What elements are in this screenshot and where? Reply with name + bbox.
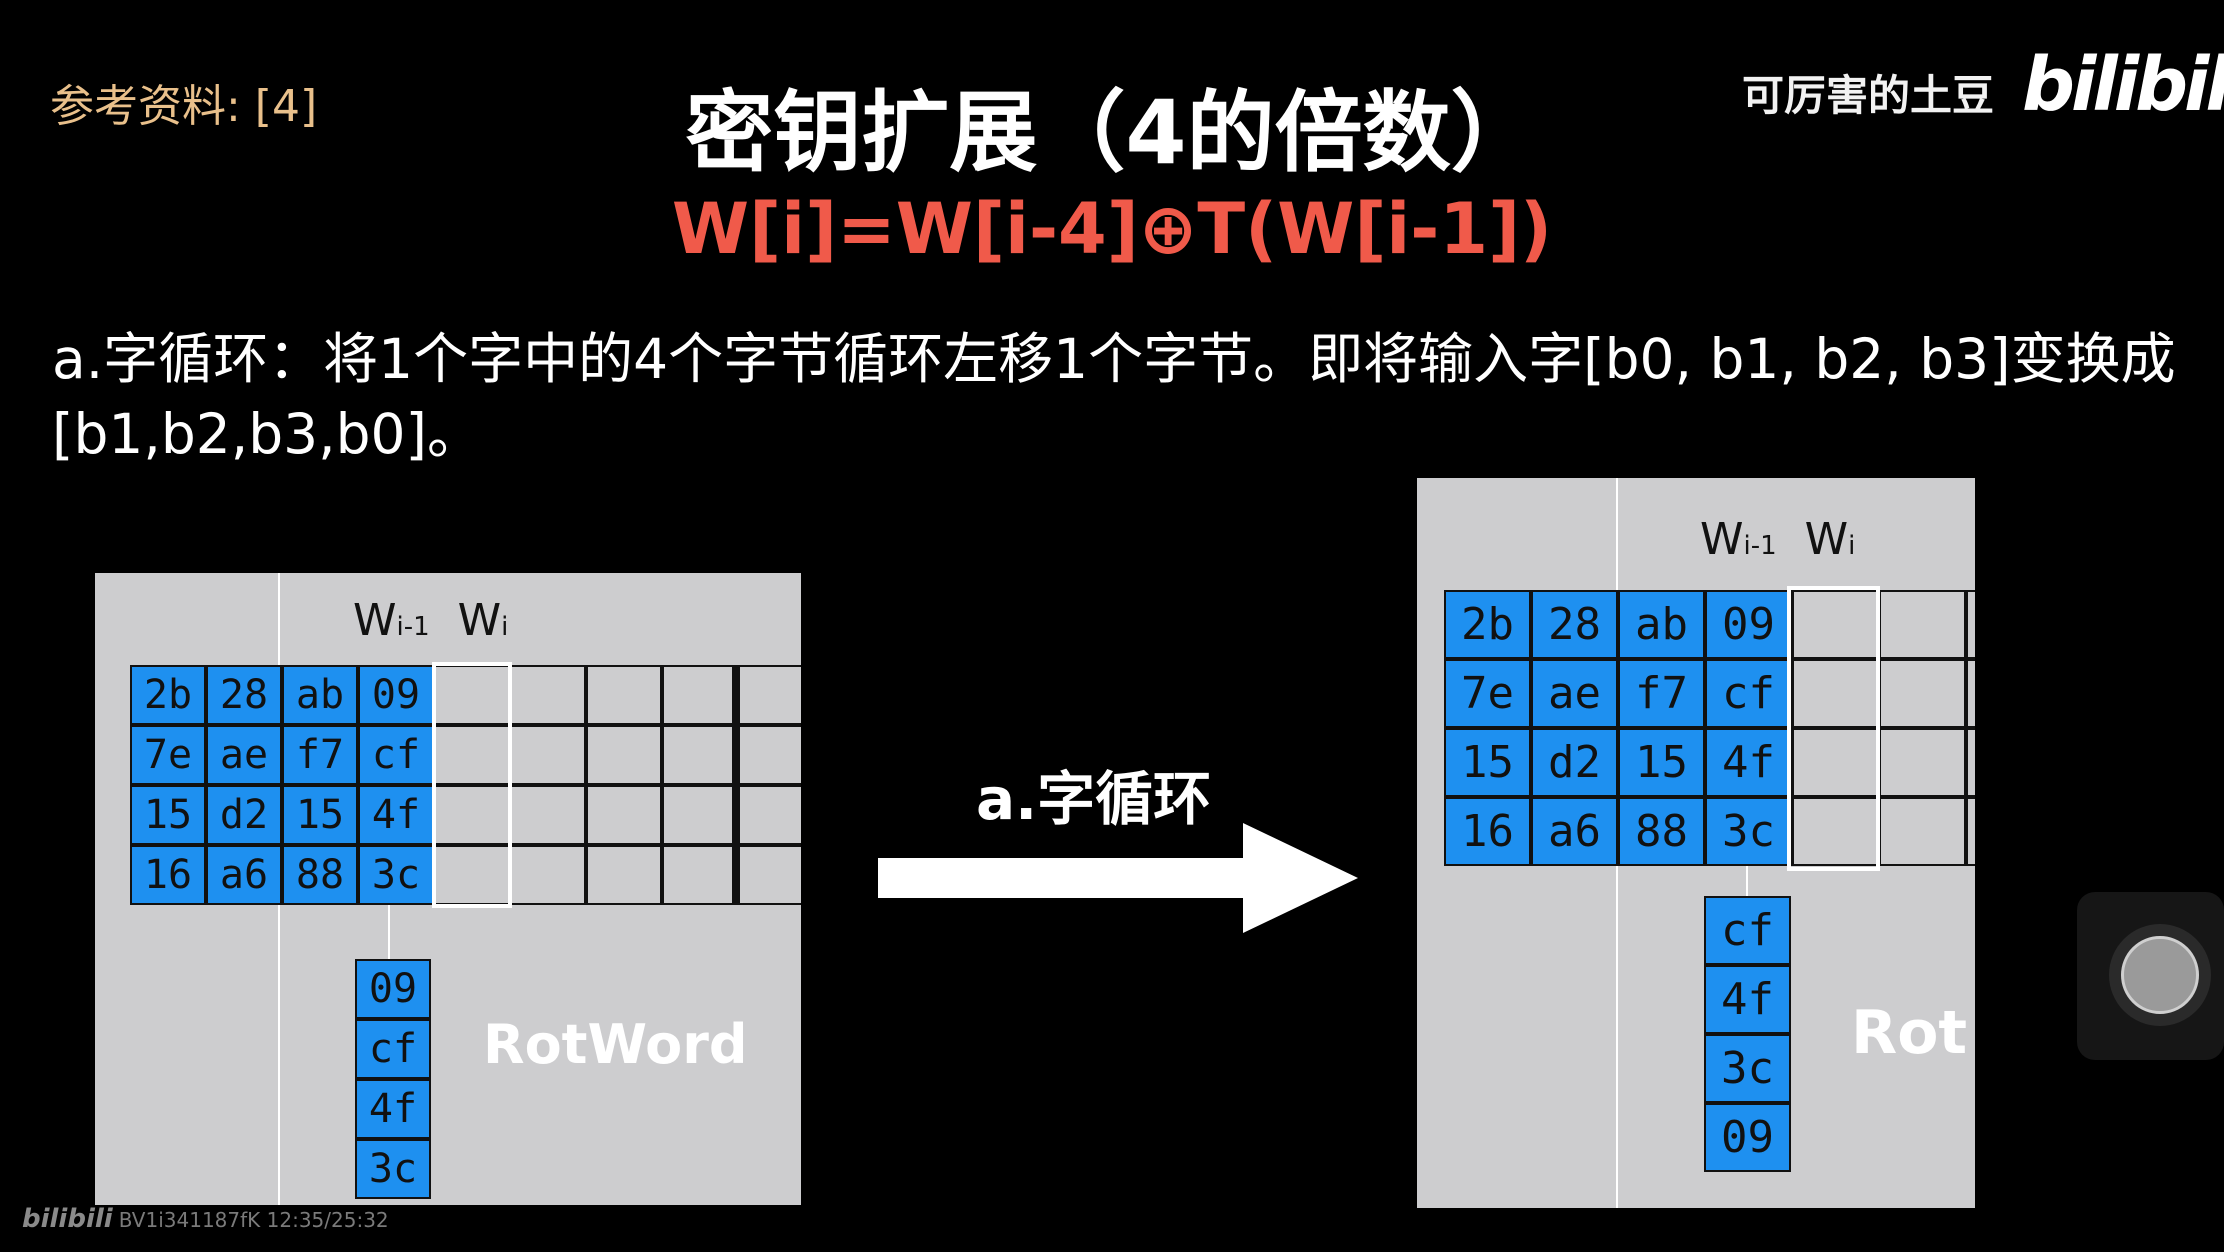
empty-cell (1966, 797, 1975, 866)
byte-cell: 16 (1444, 797, 1531, 866)
word-column-before: 09 cf 4f 3c (355, 959, 431, 1199)
bilibili-logo: bilibili (2022, 42, 2224, 128)
rotword-label: RotWord (483, 1013, 748, 1076)
byte-cell: d2 (206, 785, 282, 845)
word-byte-cell: 09 (1704, 1103, 1791, 1172)
diagram-after-rotword: Wi-1 Wi 2b 28 ab 09 7e ae f7 cf 15 d2 15 4f 16 a6 88 3c… (1417, 478, 1975, 1208)
byte-cell: 7e (130, 725, 206, 785)
byte-cell: 28 (206, 665, 282, 725)
byte-cell: 15 (282, 785, 358, 845)
video-footer: bilibili BV1i341187fK 12:35/25:32 (22, 1204, 389, 1234)
byte-cell: 15 (1618, 728, 1705, 797)
word-byte-cell: 3c (355, 1139, 431, 1199)
wprev-sub: i-1 (1743, 531, 1777, 561)
wprev-label: W (353, 595, 397, 646)
empty-cell (738, 665, 801, 725)
byte-cell: ab (1618, 590, 1705, 659)
word-byte-cell: 09 (355, 959, 431, 1019)
byte-cell: 7e (1444, 659, 1531, 728)
empty-cell (586, 785, 662, 845)
byte-cell: 2b (1444, 590, 1531, 659)
floating-record-button[interactable] (2077, 892, 2224, 1060)
empty-cell (510, 785, 586, 845)
word-byte-cell: 3c (1704, 1034, 1791, 1103)
byte-cell: a6 (1531, 797, 1618, 866)
wcur-label: W (457, 595, 502, 646)
empty-cell (1879, 797, 1966, 866)
arrow-head-icon (1243, 823, 1358, 933)
word-byte-cell: cf (355, 1019, 431, 1079)
byte-cell: 16 (130, 845, 206, 905)
diagram-before-rotword: Wi-1 Wi 2b 28 ab 09 7e ae f7 cf 15 d2 15 4f 16 a6 88 3c… (95, 573, 801, 1205)
connector-line (1746, 866, 1748, 896)
empty-cell (662, 725, 738, 785)
record-dot-icon (2121, 936, 2199, 1014)
byte-cell: a6 (206, 845, 282, 905)
byte-cell: 09 (358, 665, 434, 725)
column-header: Wi-1 Wi (1700, 514, 1855, 565)
uploader-name: 可厉害的土豆 (1742, 71, 1995, 120)
footer-logo: bilibili (22, 1204, 113, 1234)
byte-cell: f7 (1618, 659, 1705, 728)
byte-cell: 88 (1618, 797, 1705, 866)
byte-cell: 4f (358, 785, 434, 845)
empty-cell (738, 785, 801, 845)
wcur-label: W (1804, 514, 1849, 565)
empty-cell (662, 785, 738, 845)
byte-cell: 15 (130, 785, 206, 845)
byte-cell: 4f (1705, 728, 1792, 797)
current-word-outline (432, 662, 512, 908)
word-byte-cell: 4f (355, 1079, 431, 1139)
byte-cell: cf (1705, 659, 1792, 728)
empty-cell (1879, 728, 1966, 797)
video-info: BV1i341187fK 12:35/25:32 (118, 1208, 389, 1232)
byte-cell: 28 (1531, 590, 1618, 659)
key-schedule-grid: 2b 28 ab 09 7e ae f7 cf 15 d2 15 4f 16 a6 88 3c (1444, 590, 1975, 866)
empty-cell (586, 725, 662, 785)
arrow-shaft (878, 858, 1248, 898)
column-header: Wi-1 Wi (353, 595, 508, 646)
wprev-sub: i-1 (396, 612, 430, 642)
byte-cell: 09 (1705, 590, 1792, 659)
byte-cell: 15 (1444, 728, 1531, 797)
byte-cell: cf (358, 725, 434, 785)
current-word-outline (1787, 586, 1880, 871)
empty-cell (586, 845, 662, 905)
empty-cell (510, 725, 586, 785)
byte-cell: ae (206, 725, 282, 785)
wcur-sub: i (501, 612, 509, 642)
key-expansion-formula: W[i]=W[i-4]⊕T(W[i-1]) (671, 188, 1553, 270)
empty-cell (662, 665, 738, 725)
empty-cell (1966, 659, 1975, 728)
byte-cell: ae (1531, 659, 1618, 728)
wprev-label: W (1700, 514, 1744, 565)
rotword-description: a.字循环：将1个字中的4个字节循环左移1个字节。即将输入字[b0, b1, b… (52, 327, 2176, 466)
byte-cell: 3c (1705, 797, 1792, 866)
empty-cell (510, 665, 586, 725)
connector-line (388, 905, 390, 959)
word-byte-cell: cf (1704, 896, 1791, 965)
empty-cell (586, 665, 662, 725)
word-byte-cell: 4f (1704, 965, 1791, 1034)
byte-cell: 88 (282, 845, 358, 905)
wcur-sub: i (1848, 531, 1856, 561)
byte-cell: f7 (282, 725, 358, 785)
empty-cell (1879, 659, 1966, 728)
byte-cell: 2b (130, 665, 206, 725)
rotword-label: Rot (1851, 998, 1968, 1068)
byte-cell: 3c (358, 845, 434, 905)
word-boundary (732, 665, 736, 905)
empty-cell (662, 845, 738, 905)
empty-cell (510, 845, 586, 905)
byte-cell: ab (282, 665, 358, 725)
empty-cell (1966, 590, 1975, 659)
word-column-after: cf 4f 3c 09 (1704, 896, 1791, 1172)
empty-cell (738, 845, 801, 905)
empty-cell (1966, 728, 1975, 797)
empty-cell (1879, 590, 1966, 659)
arrow-label: a.字循环 (976, 765, 1212, 833)
byte-cell: d2 (1531, 728, 1618, 797)
empty-cell (738, 725, 801, 785)
